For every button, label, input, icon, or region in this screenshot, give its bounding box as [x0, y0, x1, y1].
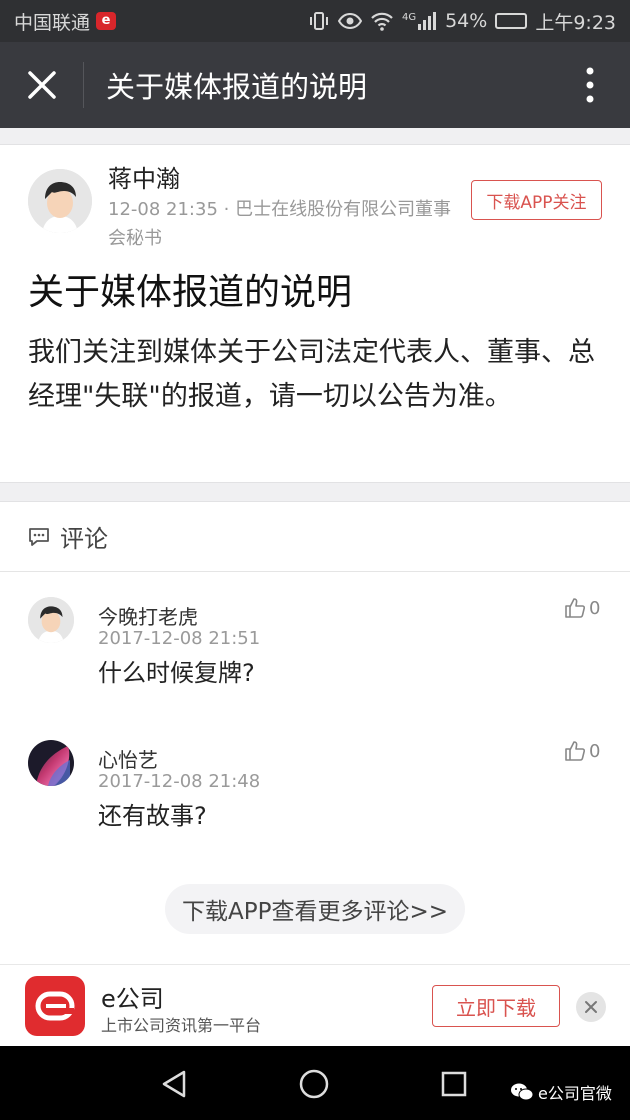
wechat-icon: [511, 1083, 534, 1101]
like-button[interactable]: 0: [564, 740, 600, 762]
commenter-avatar[interactable]: [28, 740, 74, 786]
comments-label: 评论: [60, 525, 108, 553]
app-slogan: 上市公司资讯第一平台: [101, 1016, 262, 1035]
article-title: 关于媒体报道的说明: [28, 272, 353, 313]
more-button[interactable]: [550, 67, 630, 103]
comment-time: 2017-12-08 21:51: [98, 628, 261, 649]
article-card: 蒋中瀚 12-08 21:35 · 巴士在线股份有限公司董事会秘书 下载APP关…: [0, 145, 630, 482]
abstract-avatar-icon: [28, 740, 74, 786]
section-divider: [0, 128, 630, 145]
more-vertical-icon: [586, 67, 594, 103]
watermark: e公司官微: [510, 1080, 612, 1104]
app-name: e公司: [101, 985, 164, 1013]
back-triangle-icon: [162, 1070, 186, 1098]
author-avatar[interactable]: [28, 169, 92, 233]
status-icons: 4G 54% 上午9:23: [308, 8, 616, 35]
vibrate-icon: [308, 11, 330, 31]
status-time: 上午9:23: [535, 11, 616, 34]
more-comments-button[interactable]: 下载APP查看更多评论>>: [165, 884, 465, 934]
carrier-badge: e: [96, 12, 117, 30]
recents-button[interactable]: [438, 1068, 470, 1100]
back-button[interactable]: [158, 1068, 190, 1100]
signal-icon: 4G: [402, 12, 437, 30]
banner-close-button[interactable]: [576, 992, 606, 1022]
default-avatar-icon: [28, 597, 74, 643]
home-button[interactable]: [298, 1068, 330, 1100]
carrier-info: 中国联通 e: [14, 8, 117, 35]
download-now-button[interactable]: 立即下载: [432, 985, 560, 1027]
follow-button[interactable]: 下载APP关注: [471, 180, 602, 220]
app-logo-icon[interactable]: [25, 976, 85, 1036]
comment-text: 什么时候复牌?: [98, 659, 255, 687]
comment-time: 2017-12-08 21:48: [98, 771, 261, 792]
home-circle-icon: [299, 1069, 329, 1099]
carrier-name: 中国联通: [14, 11, 91, 34]
commenter-avatar[interactable]: [28, 597, 74, 643]
battery-icon: [495, 13, 528, 29]
close-icon: [585, 1001, 597, 1013]
like-count: 0: [589, 597, 601, 619]
comment-text: 还有故事?: [98, 802, 207, 830]
wifi-icon: [370, 11, 394, 31]
article-body: 我们关注到媒体关于公司法定代表人、董事、总经理"失联"的报道，请一切以公告为准。: [28, 337, 595, 412]
default-avatar-icon: [28, 169, 92, 233]
commenter-name[interactable]: 心怡艺: [98, 744, 158, 773]
author-meta: 12-08 21:35 · 巴士在线股份有限公司董事会秘书: [108, 199, 452, 249]
close-button[interactable]: [0, 62, 84, 108]
like-count: 0: [589, 740, 601, 762]
eye-icon: [337, 12, 362, 30]
author-name[interactable]: 蒋中瀚: [108, 159, 180, 194]
network-type: 4G: [401, 12, 417, 23]
page-title: 关于媒体报道的说明: [106, 70, 368, 104]
close-icon: [27, 71, 56, 99]
nav-bar: 关于媒体报道的说明: [0, 42, 630, 128]
comments-header: 评论: [0, 502, 630, 572]
section-divider: [0, 482, 630, 502]
comment-icon: [29, 527, 49, 546]
battery-percent: 54%: [445, 10, 488, 32]
watermark-text: e公司官微: [538, 1084, 612, 1103]
commenter-name[interactable]: 今晚打老虎: [98, 601, 198, 630]
like-button[interactable]: 0: [564, 597, 600, 619]
app-download-banner: e公司 上市公司资讯第一平台 立即下载: [0, 964, 630, 1046]
comment-item: 心怡艺 2017-12-08 21:48 还有故事? 0: [0, 716, 630, 856]
recents-square-icon: [441, 1071, 467, 1097]
thumbs-up-icon: [565, 741, 586, 761]
status-bar: 中国联通 e 4G 54% 上午9:23: [0, 0, 630, 42]
comment-item: 今晚打老虎 2017-12-08 21:51 什么时候复牌? 0: [0, 573, 630, 713]
e-logo-icon: [35, 991, 75, 1021]
thumbs-up-icon: [565, 598, 586, 618]
